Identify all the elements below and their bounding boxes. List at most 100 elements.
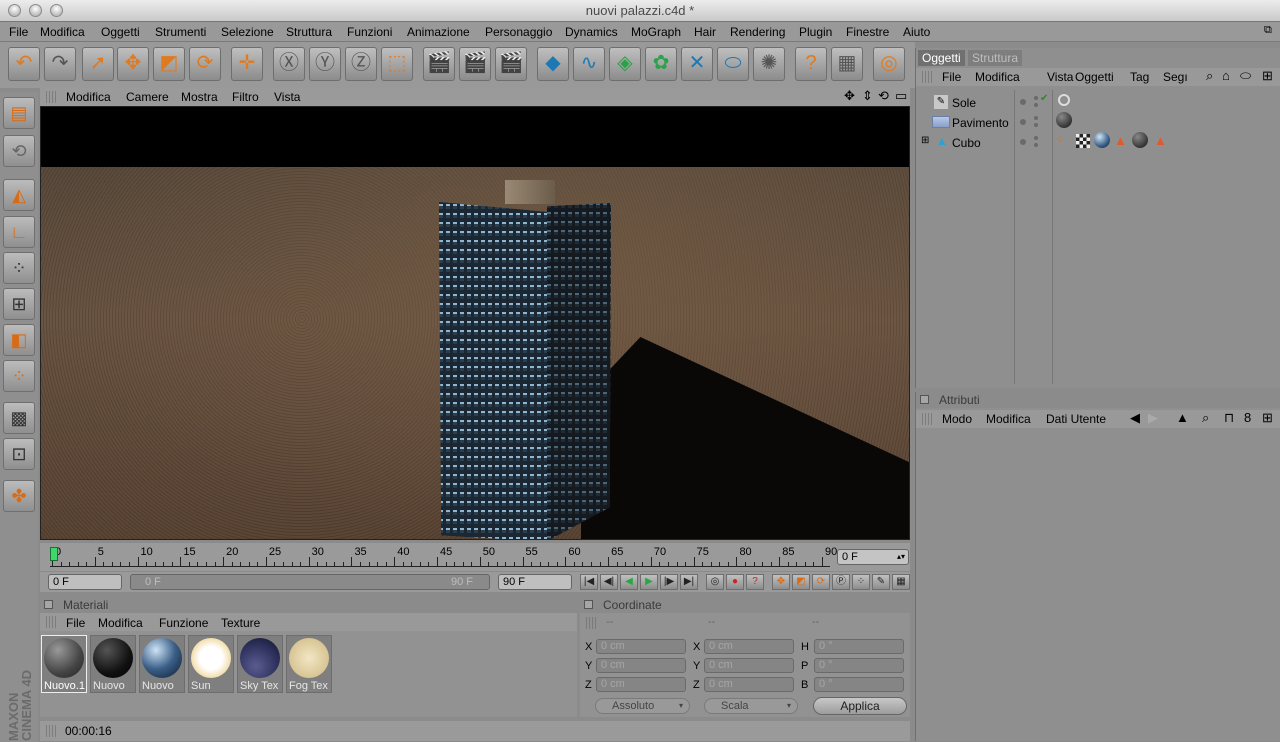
x-axis-lock-icon[interactable]: Ⓧ [273, 47, 305, 81]
link-icon[interactable]: ⬭ [1240, 68, 1251, 84]
render-settings-icon[interactable]: 🎬 [495, 47, 527, 81]
materials-menu-texture[interactable]: Texture [221, 616, 260, 630]
expand-icon[interactable]: ⊞ [921, 135, 929, 146]
go-to-end-icon[interactable]: ▶| [680, 574, 698, 590]
sculpt-icon[interactable]: ✤ [3, 480, 35, 512]
position-x-field[interactable]: 0 cm [596, 639, 686, 654]
tab-oggetti[interactable]: Oggetti [918, 50, 965, 66]
rotation-h-field[interactable]: 0 ° [814, 639, 904, 654]
menu-selezione[interactable]: Selezione [221, 25, 274, 39]
attributes-menu-modifica[interactable]: Modifica [986, 412, 1031, 426]
timeline-ruler[interactable]: 0 5 10 15 20 25 30 35 40 45 50 55 60 65 70 75 80 85 90 [50, 546, 837, 567]
scheme-icon[interactable]: ▦ [892, 574, 910, 590]
objects-menu-file[interactable]: File [942, 70, 961, 84]
attributes-menu-dati-utente[interactable]: Dati Utente [1046, 412, 1106, 426]
material-tag-icon[interactable] [1056, 112, 1072, 128]
menu-file[interactable]: File [9, 25, 28, 39]
material-swatch[interactable]: Nuovo.1 [41, 635, 87, 693]
texture-mode-icon[interactable]: ⁘ [3, 360, 35, 392]
menu-funzioni[interactable]: Funzioni [347, 25, 392, 39]
record-icon[interactable]: ● [726, 574, 744, 590]
back-arrow-icon[interactable]: ◀ [1130, 410, 1140, 426]
menu-strumenti[interactable]: Strumenti [155, 25, 206, 39]
material-swatch[interactable]: Nuovo [139, 635, 185, 693]
home-icon[interactable]: ⌂ [1222, 68, 1230, 83]
materials-menu-modifica[interactable]: Modifica [98, 616, 143, 630]
menu-animazione[interactable]: Animazione [407, 25, 470, 39]
objects-menu-vista[interactable]: Vista [1047, 70, 1073, 84]
timeline[interactable]: 0 5 10 15 20 25 30 35 40 45 50 55 60 65 70 75 80 85 90 0 F… [40, 543, 910, 571]
search-icon[interactable]: ⌕ [1206, 68, 1213, 84]
web-icon[interactable]: ◎ [873, 47, 905, 81]
scale-tool-icon[interactable]: ◩ [153, 47, 185, 81]
object-row-pavimento[interactable]: Pavimento [916, 112, 1280, 132]
rotate-view-icon[interactable]: ⟲ [878, 88, 889, 104]
search-icon[interactable]: ⌕ [1202, 410, 1209, 426]
keyframe-icon[interactable]: ◎ [706, 574, 724, 590]
move-tool-icon[interactable]: ✥ [117, 47, 149, 81]
script-manager-icon[interactable]: ▦ [831, 47, 863, 81]
render-view-icon[interactable]: 🎬 [423, 47, 455, 81]
y-axis-lock-icon[interactable]: Ⓨ [309, 47, 341, 81]
tab-struttura[interactable]: Struttura [968, 50, 1023, 66]
key-parameter-icon[interactable]: Ⓟ [832, 574, 850, 590]
deformer-icon[interactable]: ✕ [681, 47, 713, 81]
viewport-menu-vista[interactable]: Vista [274, 90, 300, 104]
rotation-b-field[interactable]: 0 ° [814, 677, 904, 692]
viewport-menu-camere[interactable]: Camere [126, 90, 169, 104]
viewport-menu-modifica[interactable]: Modifica [66, 90, 111, 104]
size-z-field[interactable]: 0 cm [704, 677, 794, 692]
go-to-start-icon[interactable]: |◀ [580, 574, 598, 590]
menu-finestre[interactable]: Finestre [846, 25, 889, 39]
render-picture-viewer-icon[interactable]: 🎬 [459, 47, 491, 81]
menu-oggetti[interactable]: Oggetti [101, 25, 140, 39]
position-y-field[interactable]: 0 cm [596, 658, 686, 673]
undo-icon[interactable]: ↶ [8, 47, 40, 81]
objects-menu-tag[interactable]: Tag [1130, 70, 1149, 84]
array-generator-icon[interactable]: ✿ [645, 47, 677, 81]
sun-tag-icon[interactable] [1058, 94, 1070, 106]
play-backwards-icon[interactable]: ◀ [620, 574, 638, 590]
object-axis-icon[interactable]: ✛ [231, 47, 263, 81]
polygons-mode-icon[interactable]: ◧ [3, 324, 35, 356]
menu-aiuto[interactable]: Aiuto [903, 25, 930, 39]
materials-menu-file[interactable]: File [66, 616, 85, 630]
zoom-view-icon[interactable]: ⇕ [862, 88, 873, 104]
layout-icon[interactable]: ⧉ [1264, 24, 1272, 37]
points-mode-icon[interactable]: ⁘ [3, 252, 35, 284]
current-frame-field[interactable]: 0 F ▴▾ [837, 549, 909, 565]
viewport-layout-icon[interactable]: ▤ [3, 97, 35, 129]
size-y-field[interactable]: 0 cm [704, 658, 794, 673]
menu-dynamics[interactable]: Dynamics [565, 25, 618, 39]
objects-menu-segnalibri[interactable]: Segı [1163, 70, 1188, 84]
menu-personaggio[interactable]: Personaggio [485, 25, 552, 39]
rotate-tool-icon[interactable]: ⟳ [189, 47, 221, 81]
size-mode-select[interactable]: Scala ▾ [704, 698, 798, 714]
menu-hair[interactable]: Hair [694, 25, 716, 39]
maximize-view-icon[interactable]: ▭ [895, 88, 907, 104]
help-cursor-icon[interactable]: ? [795, 47, 827, 81]
key-scale-icon[interactable]: ◩ [792, 574, 810, 590]
objects-menu-modifica[interactable]: Modifica [975, 70, 1020, 84]
preview-range-slider[interactable]: 0 F 90 F [130, 574, 490, 590]
z-axis-lock-icon[interactable]: Ⓩ [345, 47, 377, 81]
particles-icon[interactable]: ✺ [753, 47, 785, 81]
play-forwards-icon[interactable]: ▶ [640, 574, 658, 590]
object-row-sole[interactable]: ✎ Sole ✔ [916, 92, 1280, 112]
new-panel-icon[interactable]: ⊞ [1262, 68, 1273, 84]
material-swatch[interactable]: Nuovo [90, 635, 136, 693]
selection-tag-icon[interactable]: ▲ [1154, 133, 1167, 148]
objects-menu-oggetti[interactable]: Oggetti [1075, 70, 1114, 84]
spline-pen-icon[interactable]: ∿ [573, 47, 605, 81]
forward-arrow-icon[interactable]: ▶ [1148, 410, 1158, 426]
new-panel-icon[interactable]: ⊞ [1262, 410, 1273, 426]
selection-tag-icon[interactable]: ▲ [1114, 133, 1127, 148]
rotation-p-field[interactable]: 0 ° [814, 658, 904, 673]
attributes-menu-modo[interactable]: Modo [942, 412, 972, 426]
next-frame-icon[interactable]: |▶ [660, 574, 678, 590]
object-row-cubo[interactable]: ⊞ ▲ Cubo ⁖ ▲ ▲ [916, 132, 1280, 152]
menu-plugin[interactable]: Plugin [799, 25, 832, 39]
viewport-menu-filtro[interactable]: Filtro [232, 90, 259, 104]
cube-object-icon[interactable]: ◆ [537, 47, 569, 81]
material-tag-icon[interactable] [1132, 132, 1148, 148]
